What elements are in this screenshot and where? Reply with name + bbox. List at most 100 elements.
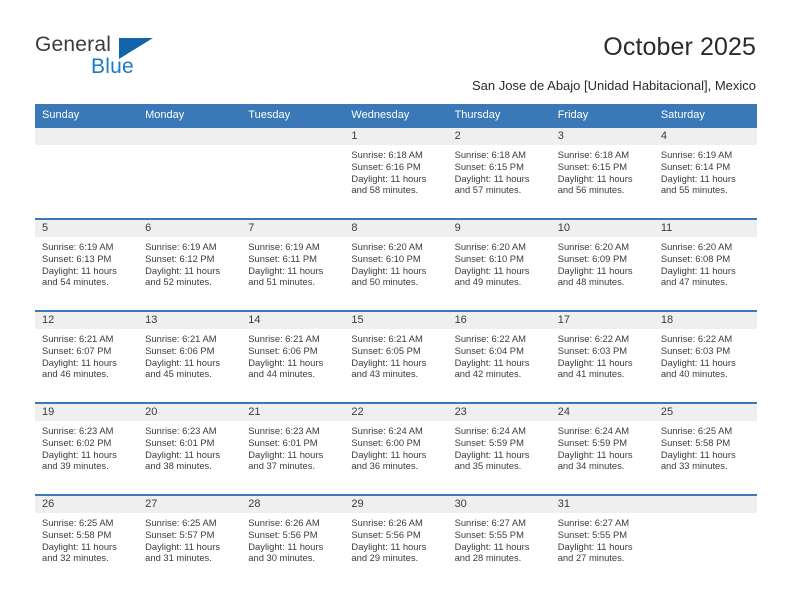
calendar-day-cell[interactable]: 17 Sunrise: 6:22 AM Sunset: 6:03 PM Dayligh… — [550, 310, 654, 403]
daylight-duration-line1: Daylight: 11 hours — [351, 448, 427, 460]
calendar-day-cell[interactable]: 10 Sunrise: 6:20 AM Sunset: 6:09 PM Dayligh… — [550, 218, 654, 311]
calendar-day-cell[interactable]: 20 Sunrise: 6:23 AM Sunset: 6:01 PM Dayligh… — [138, 402, 242, 495]
sunset-time: Sunset: 6:11 PM — [248, 252, 317, 264]
day-details — [241, 145, 344, 149]
day-details: Sunrise: 6:19 AM Sunset: 6:14 PM Daylight:… — [654, 145, 757, 196]
calendar-day-cell[interactable]: 16 Sunrise: 6:22 AM Sunset: 6:04 PM Dayligh… — [447, 310, 551, 403]
day-details: Sunrise: 6:22 AM Sunset: 6:03 PM Daylight:… — [654, 329, 757, 380]
calendar-day-cell[interactable]: 29 Sunrise: 6:26 AM Sunset: 5:56 PM Dayligh… — [344, 494, 448, 586]
general-blue-logo[interactable]: General Blue — [35, 33, 215, 81]
calendar-day-cell[interactable]: 27 Sunrise: 6:25 AM Sunset: 5:57 PM Dayligh… — [138, 494, 242, 586]
daylight-duration-line2: and 52 minutes. — [145, 276, 212, 288]
daylight-duration-line1: Daylight: 11 hours — [248, 264, 324, 276]
calendar-day-cell[interactable]: 19 Sunrise: 6:23 AM Sunset: 6:02 PM Dayligh… — [35, 402, 139, 495]
sunrise-time: Sunrise: 6:20 AM — [557, 241, 630, 252]
sunrise-time: Sunrise: 6:24 AM — [557, 425, 630, 436]
daylight-duration-line2: and 42 minutes. — [454, 368, 522, 380]
calendar-day-cell[interactable]: 24 Sunrise: 6:24 AM Sunset: 5:59 PM Dayligh… — [550, 402, 654, 495]
daylight-duration-line1: Daylight: 11 hours — [557, 540, 633, 552]
day-number: 8 — [344, 220, 448, 237]
calendar-day-cell[interactable]: 12 Sunrise: 6:21 AM Sunset: 6:07 PM Dayligh… — [35, 310, 139, 403]
day-number: 15 — [344, 312, 448, 329]
daylight-duration-line1: Daylight: 11 hours — [351, 264, 427, 276]
day-details: Sunrise: 6:19 AM Sunset: 6:13 PM Daylight:… — [35, 237, 138, 288]
sunrise-time: Sunrise: 6:20 AM — [660, 241, 733, 252]
calendar-day-cell[interactable]: 25 Sunrise: 6:25 AM Sunset: 5:58 PM Dayligh… — [653, 402, 757, 495]
calendar-day-cell[interactable]: 3 Sunrise: 6:18 AM Sunset: 6:15 PM Daylight… — [550, 126, 654, 219]
day-cell-inner — [35, 128, 139, 218]
sunrise-time: Sunrise: 6:18 AM — [557, 149, 630, 160]
weekday-header-sunday: Sunday — [35, 104, 139, 127]
sunset-time: Sunset: 5:59 PM — [557, 436, 628, 448]
calendar-week-row: 12 Sunrise: 6:21 AM Sunset: 6:07 PM Dayligh… — [35, 310, 757, 403]
calendar-day-cell[interactable]: 13 Sunrise: 6:21 AM Sunset: 6:06 PM Dayligh… — [138, 310, 242, 403]
day-cell-inner: 8 Sunrise: 6:20 AM Sunset: 6:10 PM Daylight… — [344, 220, 448, 310]
sunset-time: Sunset: 5:58 PM — [42, 528, 112, 540]
sunset-time: Sunset: 6:13 PM — [42, 252, 112, 264]
calendar-day-cell[interactable]: 2 Sunrise: 6:18 AM Sunset: 6:15 PM Daylight… — [447, 126, 551, 219]
day-cell-inner: 28 Sunrise: 6:26 AM Sunset: 5:56 PM Dayligh… — [241, 496, 345, 586]
calendar-day-cell[interactable]: 8 Sunrise: 6:20 AM Sunset: 6:10 PM Daylight… — [344, 218, 448, 311]
calendar-day-cell[interactable]: 14 Sunrise: 6:21 AM Sunset: 6:06 PM Dayligh… — [241, 310, 345, 403]
daylight-duration-line2: and 40 minutes. — [660, 368, 728, 380]
day-number — [653, 496, 757, 513]
daylight-duration-line1: Daylight: 11 hours — [660, 448, 736, 460]
daylight-duration-line2: and 41 minutes. — [557, 368, 625, 380]
daylight-duration-line1: Daylight: 11 hours — [660, 264, 736, 276]
sunset-time: Sunset: 5:59 PM — [454, 436, 524, 448]
day-number: 24 — [550, 404, 654, 421]
day-number: 11 — [653, 220, 757, 237]
calendar-day-cell[interactable]: 15 Sunrise: 6:21 AM Sunset: 6:05 PM Dayligh… — [344, 310, 448, 403]
calendar-day-cell[interactable]: 23 Sunrise: 6:24 AM Sunset: 5:59 PM Dayligh… — [447, 402, 551, 495]
day-details: Sunrise: 6:25 AM Sunset: 5:58 PM Daylight:… — [35, 513, 138, 564]
sunrise-time: Sunrise: 6:26 AM — [248, 517, 320, 528]
calendar-day-cell[interactable]: 30 Sunrise: 6:27 AM Sunset: 5:55 PM Dayligh… — [447, 494, 551, 586]
sunset-time: Sunset: 6:09 PM — [557, 252, 628, 264]
sunrise-time: Sunrise: 6:19 AM — [248, 241, 320, 252]
day-details: Sunrise: 6:21 AM Sunset: 6:06 PM Daylight:… — [241, 329, 344, 380]
calendar-day-cell[interactable]: 11 Sunrise: 6:20 AM Sunset: 6:08 PM Dayligh… — [653, 218, 757, 311]
calendar-day-cell[interactable]: 4 Sunrise: 6:19 AM Sunset: 6:14 PM Daylight… — [653, 126, 757, 219]
logo-text-general: General — [35, 33, 112, 56]
daylight-duration-line1: Daylight: 11 hours — [145, 448, 221, 460]
day-details: Sunrise: 6:21 AM Sunset: 6:07 PM Daylight:… — [35, 329, 138, 380]
calendar-day-cell[interactable]: 31 Sunrise: 6:27 AM Sunset: 5:55 PM Dayligh… — [550, 494, 654, 586]
calendar-day-cell[interactable]: 21 Sunrise: 6:23 AM Sunset: 6:01 PM Dayligh… — [241, 402, 345, 495]
calendar-day-cell[interactable]: 6 Sunrise: 6:19 AM Sunset: 6:12 PM Daylight… — [138, 218, 242, 311]
sunrise-time: Sunrise: 6:19 AM — [42, 241, 114, 252]
calendar-day-cell-empty — [241, 126, 345, 219]
daylight-duration-line1: Daylight: 11 hours — [42, 540, 117, 552]
day-number: 25 — [653, 404, 757, 421]
daylight-duration-line2: and 55 minutes. — [660, 184, 728, 196]
calendar-day-cell[interactable]: 7 Sunrise: 6:19 AM Sunset: 6:11 PM Daylight… — [241, 218, 345, 311]
calendar-week-row: 19 Sunrise: 6:23 AM Sunset: 6:02 PM Dayligh… — [35, 402, 757, 495]
calendar-day-cell[interactable]: 18 Sunrise: 6:22 AM Sunset: 6:03 PM Dayligh… — [653, 310, 757, 403]
calendar-day-cell[interactable]: 9 Sunrise: 6:20 AM Sunset: 6:10 PM Daylight… — [447, 218, 551, 311]
calendar-day-cell[interactable]: 28 Sunrise: 6:26 AM Sunset: 5:56 PM Dayligh… — [241, 494, 345, 586]
weekday-header-wednesday: Wednesday — [344, 104, 448, 127]
calendar-day-cell[interactable]: 5 Sunrise: 6:19 AM Sunset: 6:13 PM Daylight… — [35, 218, 139, 311]
calendar-day-cell[interactable]: 1 Sunrise: 6:18 AM Sunset: 6:16 PM Daylight… — [344, 126, 448, 219]
daylight-duration-line2: and 50 minutes. — [351, 276, 419, 288]
day-cell-inner: 1 Sunrise: 6:18 AM Sunset: 6:16 PM Daylight… — [344, 128, 448, 218]
day-details — [138, 145, 241, 149]
daylight-duration-line2: and 46 minutes. — [42, 368, 109, 380]
day-cell-inner: 16 Sunrise: 6:22 AM Sunset: 6:04 PM Dayligh… — [447, 312, 551, 402]
calendar-day-cell[interactable]: 26 Sunrise: 6:25 AM Sunset: 5:58 PM Dayligh… — [35, 494, 139, 586]
day-cell-inner: 22 Sunrise: 6:24 AM Sunset: 6:00 PM Dayligh… — [344, 404, 448, 494]
sunset-time: Sunset: 5:55 PM — [557, 528, 628, 540]
day-number: 6 — [138, 220, 242, 237]
sunset-time: Sunset: 6:01 PM — [145, 436, 215, 448]
sunrise-time: Sunrise: 6:25 AM — [42, 517, 114, 528]
calendar-day-cell[interactable]: 22 Sunrise: 6:24 AM Sunset: 6:00 PM Dayligh… — [344, 402, 448, 495]
day-cell-inner: 11 Sunrise: 6:20 AM Sunset: 6:08 PM Dayligh… — [653, 220, 757, 310]
daylight-duration-line2: and 37 minutes. — [248, 460, 315, 472]
day-number: 2 — [447, 128, 551, 145]
weekday-header-saturday: Saturday — [653, 104, 757, 127]
daylight-duration-line1: Daylight: 11 hours — [248, 448, 324, 460]
day-details: Sunrise: 6:18 AM Sunset: 6:16 PM Daylight:… — [344, 145, 447, 196]
daylight-duration-line2: and 30 minutes. — [248, 552, 315, 564]
day-cell-inner: 12 Sunrise: 6:21 AM Sunset: 6:07 PM Dayligh… — [35, 312, 139, 402]
day-cell-inner: 26 Sunrise: 6:25 AM Sunset: 5:58 PM Dayligh… — [35, 496, 139, 586]
daylight-duration-line1: Daylight: 11 hours — [145, 264, 221, 276]
